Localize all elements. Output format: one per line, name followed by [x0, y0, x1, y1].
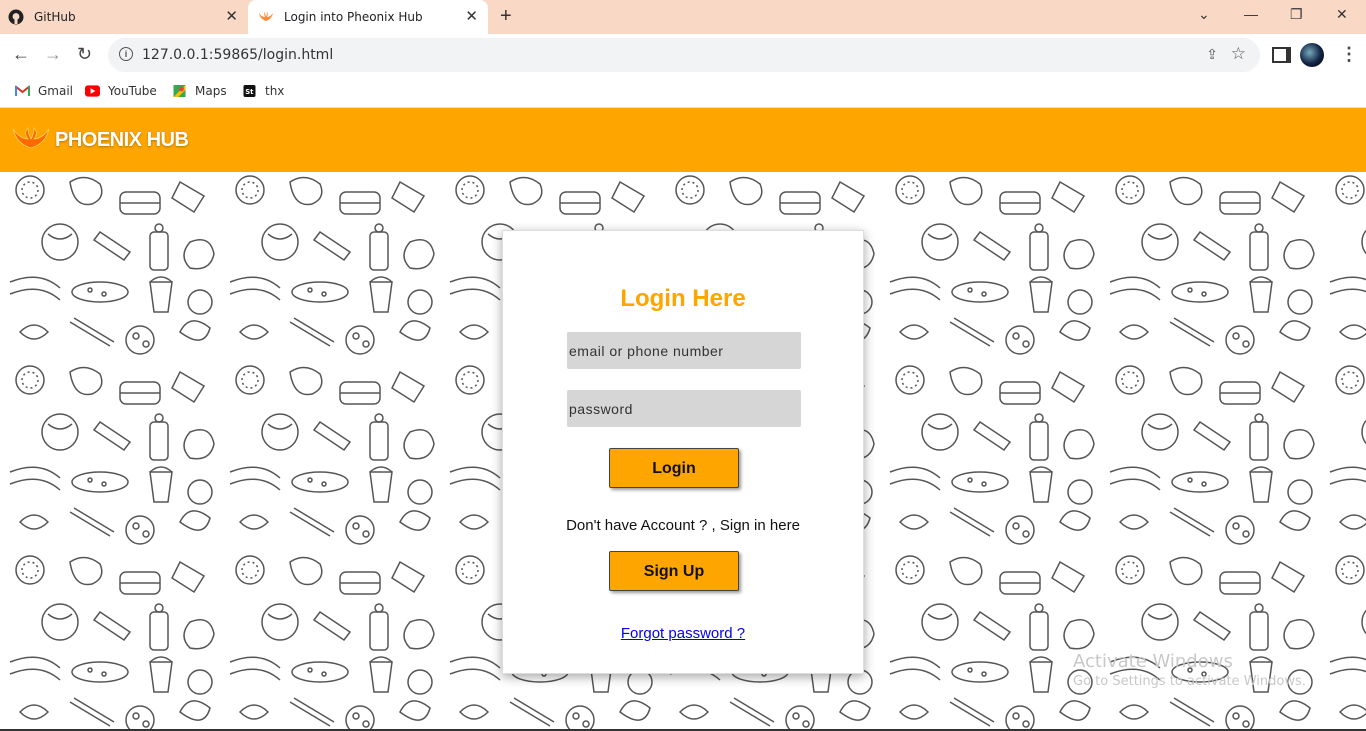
bookmarks-bar: Gmail YouTube Maps St thx: [0, 76, 1366, 108]
bookmark-label: YouTube: [108, 84, 157, 98]
phoenix-icon: [259, 12, 273, 21]
password-input[interactable]: [567, 390, 801, 427]
avatar[interactable]: [1300, 43, 1324, 67]
signup-prompt: Don't have Account ? , Sign in here: [566, 517, 800, 534]
bookmark-thx[interactable]: St thx: [242, 82, 284, 100]
star-icon[interactable]: ☆: [1231, 44, 1246, 64]
watermark-title: Activate Windows: [1073, 651, 1233, 672]
back-arrow-icon[interactable]: ←: [12, 43, 30, 65]
svg-text:St: St: [245, 88, 254, 96]
close-icon[interactable]: ✕: [465, 9, 478, 24]
close-window-button[interactable]: ✕: [1336, 6, 1348, 23]
info-icon[interactable]: i: [119, 47, 133, 61]
bookmark-label: Gmail: [38, 84, 74, 98]
address-bar[interactable]: i 127.0.0.1:59865/login.html ⇪ ☆: [108, 38, 1260, 72]
new-tab-button[interactable]: +: [500, 6, 512, 26]
brand-name: PHOENIX HUB: [55, 129, 189, 151]
login-button[interactable]: Login: [609, 448, 739, 488]
close-icon[interactable]: ✕: [225, 9, 238, 24]
tab-title: GitHub: [34, 10, 76, 24]
restore-button[interactable]: ❐: [1290, 6, 1303, 23]
login-title: Login Here: [620, 285, 746, 312]
forward-arrow-icon[interactable]: →: [44, 43, 62, 65]
signup-button[interactable]: Sign Up: [609, 551, 739, 591]
youtube-icon: [85, 85, 100, 97]
share-icon[interactable]: ⇪: [1206, 46, 1218, 63]
activate-windows-watermark: Activate Windows Go to Settings to activ…: [1073, 651, 1306, 689]
site-header: PHOENIX HUB: [0, 108, 1366, 172]
bookmark-youtube[interactable]: YouTube: [85, 82, 157, 100]
maps-icon: [173, 85, 186, 97]
menu-icon[interactable]: ⋮: [1340, 44, 1358, 65]
gmail-icon: [15, 85, 30, 96]
phoenix-logo-icon: [12, 127, 50, 149]
url-text[interactable]: 127.0.0.1:59865/login.html: [142, 47, 333, 63]
forgot-password-link[interactable]: Forgot password ?: [503, 625, 863, 642]
st-icon: St: [243, 85, 256, 97]
tab-login[interactable]: Login into Pheonix Hub ✕: [248, 0, 488, 34]
bookmark-maps[interactable]: Maps: [172, 82, 227, 100]
web-page: PHOENIX HUB Login Here email or phone nu…: [0, 108, 1366, 731]
tab-github[interactable]: GitHub ✕: [8, 0, 248, 34]
login-card: Login Here Login Don't have Account ? , …: [502, 230, 864, 674]
reload-icon[interactable]: ↻: [77, 43, 92, 65]
side-panel-icon[interactable]: [1272, 47, 1291, 63]
bookmark-label: thx: [265, 84, 285, 98]
github-icon: [8, 9, 24, 25]
minimize-button[interactable]: —: [1244, 6, 1258, 22]
bookmark-label: Maps: [195, 84, 227, 98]
bookmark-gmail[interactable]: Gmail: [15, 82, 73, 100]
watermark-subtitle: Go to Settings to activate Windows.: [1073, 674, 1306, 689]
browser-toolbar: ← → ↻ i 127.0.0.1:59865/login.html ⇪ ☆ ⋮: [0, 34, 1366, 76]
tab-strip: GitHub ✕ Login into Pheonix Hub ✕ + ⌄ — …: [0, 0, 1366, 34]
chevron-down-icon[interactable]: ⌄: [1198, 6, 1210, 23]
email-input[interactable]: [567, 332, 801, 369]
tab-title: Login into Pheonix Hub: [284, 10, 423, 24]
